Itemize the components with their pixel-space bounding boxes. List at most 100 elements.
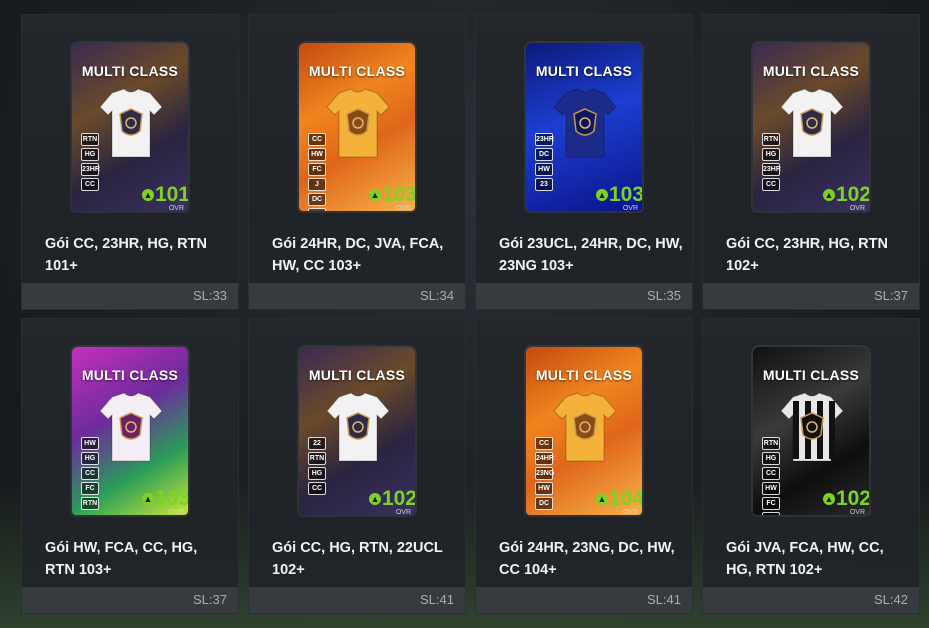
ovr-value: 103 [154,487,188,510]
pack-count: SL:34 [420,288,454,303]
player-card: MULTI CLASS CC HW FC J DC 24HR ▲103 OVR [299,43,415,211]
card-tags: RTN HG CC HW FC J [762,437,780,515]
pack-art: MULTI CLASS 23HR DC HW 23 ▲ 103 OVR [476,15,692,225]
pack-art: MULTI CLASS HW HG CC FC RTN ▲ 103 OVR [22,319,238,529]
card-label: MULTI CLASS [81,63,179,79]
card-tag: CC [762,178,780,191]
player-card: MULTI CLASS HW HG CC FC RTN ▲ 103 OVR [72,347,188,515]
pack-title: Gói 23UCL, 24HR, DC, HW, 23NG 103+ [499,236,683,274]
card-tag: J [308,178,326,191]
pack-count: SL:41 [420,592,454,607]
card-tag: RTN [762,437,780,450]
ovr-rating: ▲ 102 OVR [811,183,869,211]
pack-title: Gói 24HR, 23NG, DC, HW, CC 104+ [499,540,675,578]
jersey-icon [552,87,618,159]
card-tag: DC [535,148,553,161]
pack-tile[interactable]: MULTI CLASS CC 24HR 23NG HW DC ▲ 104 OVR Gói … [475,318,693,614]
upgrade-arrow-icon: ▲ [141,493,154,505]
pack-footer: SL:37 [22,587,238,613]
card-tags: RTN HG 23HR CC [762,133,781,193]
card-label: MULTI CLASS [308,367,406,383]
card-tag: CC [308,482,326,495]
pack-tile[interactable]: MULTI CLASS 23HR DC HW 23 ▲ 103 OVR Gói 23UC… [475,14,693,310]
card-tag: 23HR [535,133,554,146]
pack-tile[interactable]: MULTI CLASS CC HW FC J DC 24HR ▲103 OVR Gói 2… [248,14,466,310]
card-label: MULTI CLASS [762,63,860,79]
player-card: MULTI CLASS 22 RTN HG CC ▲ 102 OVR [299,347,415,515]
pack-count: SL:33 [193,288,227,303]
card-tag: DC [535,497,553,510]
card-tags: 23HR DC HW 23 [535,133,554,193]
card-tag: RTN [81,497,99,510]
card-label: MULTI CLASS [762,367,860,383]
card-tag: HW [308,148,326,161]
card-tag: 23NG [535,467,554,480]
upgrade-arrow-icon: ▲ [141,189,154,201]
pack-art: MULTI CLASS RTN HG 23HR CC ▲ 102 OVR [703,15,919,225]
pack-tile[interactable]: MULTI CLASS RTN HG 23HR CC ▲ 101 OVR Gói CC,… [21,14,239,310]
pack-title: Gói CC, 23HR, HG, RTN 102+ [726,236,888,274]
pack-title: Gói 24HR, DC, JVA, FCA, HW, CC 103+ [272,236,444,274]
card-tags: 22 RTN HG CC [308,437,326,497]
jersey-icon [325,87,391,159]
pack-grid: MULTI CLASS RTN HG 23HR CC ▲ 101 OVR Gói CC,… [0,0,929,628]
card-tag: HW [762,482,780,495]
ovr-rating: ▲ 103 OVR [357,183,415,211]
card-label: MULTI CLASS [308,63,406,79]
pack-art: MULTI CLASS CC 24HR 23NG HW DC ▲ 104 OVR [476,319,692,529]
pack-footer: SL:37 [703,283,919,309]
player-card: MULTI CLASS RTN HG 23HR CC ▲ 101 OVR [72,43,188,211]
pack-footer: SL:33 [22,283,238,309]
pack-footer: SL:34 [249,283,465,309]
pack-tile[interactable]: MULTI CLASS HW HG CC FC RTN ▲ 103 OVR Gói HW,… [21,318,239,614]
card-tag: HG [762,148,780,161]
pack-tile[interactable]: MULTI CLASS 22 RTN HG CC ▲ 102 OVR Gói CC, H… [248,318,466,614]
ovr-rating: ▲ 102 OVR [357,487,415,515]
card-tags: RTN HG 23HR CC [81,133,100,193]
card-tag: HG [762,452,780,465]
jersey-icon [325,391,391,463]
pack-count: SL:42 [874,592,908,607]
card-tag: 23HR [81,163,100,176]
card-tag: FC [762,497,780,510]
pack-tile[interactable]: MULTI CLASS RTN HG 23HR CC ▲ 102 OVR Gói CC,… [702,14,920,310]
card-tag: CC [308,133,326,146]
ovr-value: 103 [608,183,642,206]
pack-tile[interactable]: MULTI CLASS RTN HG CC HW FC J ▲102 OVR Gói JV… [702,318,920,614]
card-tag: DC [308,193,326,206]
pack-art: MULTI CLASS RTN HG 23HR CC ▲ 101 OVR [22,15,238,225]
card-tags: CC HW FC J DC 24HR [308,133,326,211]
upgrade-arrow-icon: ▲ [822,189,835,201]
player-card: MULTI CLASS RTN HG CC HW FC J ▲102 OVR [753,347,869,515]
ovr-rating: ▲ 103 OVR [130,487,188,515]
card-tag: CC [535,437,553,450]
card-label: MULTI CLASS [535,63,633,79]
jersey-icon [779,391,845,463]
card-tag: CC [81,467,99,480]
ovr-rating: ▲ 101 OVR [130,184,188,211]
pack-footer: SL:35 [476,283,692,309]
jersey-icon [779,87,845,159]
pack-title: Gói CC, HG, RTN, 22UCL 102+ [272,540,443,578]
jersey-icon [98,87,164,159]
ovr-value: 103 [381,183,415,206]
pack-art: MULTI CLASS 22 RTN HG CC ▲ 102 OVR [249,319,465,529]
ovr-value: 102 [835,183,869,206]
card-tag: HW [81,437,99,450]
ovr-value: 102 [381,487,415,510]
card-label: MULTI CLASS [535,367,633,383]
card-tag: RTN [81,133,99,146]
card-tag: CC [762,467,780,480]
pack-count: SL:37 [193,592,227,607]
card-label: MULTI CLASS [81,367,179,383]
pack-count: SL:41 [647,592,681,607]
card-tags: HW HG CC FC RTN [81,437,99,512]
card-tag: FC [81,482,99,495]
card-tag: HW [535,163,553,176]
card-tag: HW [535,482,553,495]
upgrade-arrow-icon: ▲ [368,493,381,505]
jersey-icon [98,391,164,463]
ovr-rating: ▲ 104 OVR [584,488,642,515]
jersey-icon [552,391,618,463]
card-tag: 24HR [535,452,554,465]
